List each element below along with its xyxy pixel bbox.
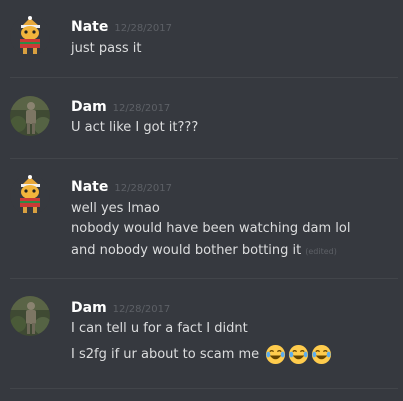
joy-emoji-icon[interactable] <box>265 344 286 365</box>
message-text: well yes lmao <box>71 201 160 216</box>
timestamp: 12/28/2017 <box>114 183 172 194</box>
message-group: Dam 12/28/2017 I can tell u for a fact I … <box>0 279 403 389</box>
timestamp: 12/28/2017 <box>112 304 171 315</box>
joy-emoji-icon[interactable] <box>288 344 309 365</box>
message-text: U act like I got it??? <box>71 120 199 135</box>
avatar-nate[interactable] <box>10 16 50 56</box>
message-group: Nate 12/28/2017 just pass it <box>0 0 403 78</box>
username[interactable]: Nate <box>71 19 108 35</box>
joy-emoji-icon[interactable] <box>311 344 332 365</box>
username[interactable]: Nate <box>71 179 108 195</box>
username[interactable]: Dam <box>71 300 107 316</box>
chat-messages: Nate 12/28/2017 just pass it Dam 12/28/201… <box>0 0 403 401</box>
message-line: and nobody would bother botting it (edite… <box>71 242 337 261</box>
message-text: just pass it <box>71 41 142 56</box>
avatar-dam[interactable] <box>10 296 50 336</box>
timestamp: 12/28/2017 <box>114 23 172 34</box>
timestamp: 12/28/2017 <box>112 103 171 114</box>
message-group: Nate 12/28/2017 well yes lmao nobody woul… <box>0 159 403 277</box>
message-text: I s2fg if ur about to scam me <box>71 347 260 362</box>
avatar-dam[interactable] <box>10 96 50 136</box>
message-group: Dam 12/28/2017 U act like I got it??? <box>0 78 403 158</box>
message-line: I s2fg if ur about to scam me <box>71 344 332 365</box>
message-text: nobody would have been watching dam lol <box>71 221 351 236</box>
message-divider <box>10 388 398 389</box>
avatar-nate[interactable] <box>10 175 50 215</box>
username[interactable]: Dam <box>71 99 107 115</box>
message-text: I can tell u for a fact I didnt <box>71 321 248 336</box>
message-text: and nobody would bother botting it <box>71 243 302 258</box>
edited-label: (edited) <box>305 247 337 256</box>
